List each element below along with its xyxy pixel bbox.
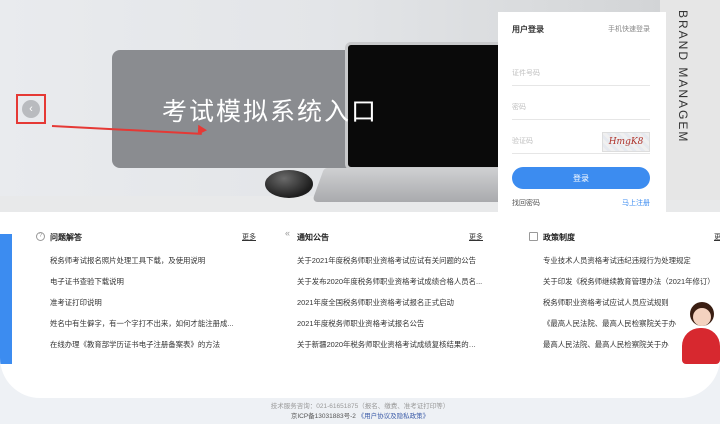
list-item[interactable]: 电子证书查验下载说明 <box>36 271 256 292</box>
double-chevron-left-icon: « <box>284 228 290 238</box>
more-link[interactable]: 更多 <box>714 232 720 242</box>
list-item[interactable]: 税务师考试报名照片处理工具下载，及使用说明 <box>36 250 256 271</box>
document-icon <box>529 232 538 241</box>
question-circle-icon: ? <box>36 232 45 241</box>
footer-contact: 技术服务咨询：021-61651875（报名、缴费、准考证打印等） <box>270 403 450 410</box>
tab-phone-login[interactable]: 手机快速登录 <box>608 24 650 34</box>
avatar-face <box>693 308 711 326</box>
column-header: 政策制度 更多 <box>529 230 720 246</box>
captcha-input[interactable] <box>512 130 597 153</box>
login-panel: 用户登录 手机快速登录 HmgK8 登录 找回密码 马上注册 <box>498 12 666 212</box>
more-link[interactable]: 更多 <box>469 232 483 242</box>
footer-legal: 京ICP备13031883号-2 《用户协议及隐私政策》 <box>0 410 720 420</box>
column-header: « 通知公告 更多 <box>283 228 483 246</box>
password-input[interactable] <box>512 96 650 119</box>
list-item[interactable]: 在线办理《教育部学历证书电子注册备案表》的方法 <box>36 334 256 355</box>
more-link[interactable]: 更多 <box>242 232 256 242</box>
column-title: 问题解答 <box>50 233 82 242</box>
list-item[interactable]: 专业技术人员资格考试违纪违规行为处理规定 <box>529 250 720 271</box>
list-item[interactable]: 关于印发《税务师继续教育管理办法（2021年修订） <box>529 271 720 292</box>
list-item[interactable]: 2021年度税务师职业资格考试报名公告 <box>283 313 483 334</box>
password-field <box>512 96 650 120</box>
list-item[interactable]: 准考证打印说明 <box>36 292 256 313</box>
captcha-field: HmgK8 <box>512 130 650 154</box>
column-title: 通知公告 <box>297 233 329 242</box>
book-spine-text: BRAND MANAGEM <box>676 10 690 144</box>
list-item[interactable]: 关于2021年度税务师职业资格考试应试有关问题的公告 <box>283 250 483 271</box>
tab-user-login[interactable]: 用户登录 <box>512 24 544 35</box>
column-header: ? 问题解答 更多 <box>36 230 256 246</box>
register-link[interactable]: 马上注册 <box>622 198 650 208</box>
icp-number[interactable]: 京ICP备13031883号-2 <box>291 413 356 420</box>
content-panel: ? 问题解答 更多 税务师考试报名照片处理工具下载，及使用说明 电子证书查验下载… <box>0 212 720 398</box>
book-image <box>660 0 720 200</box>
mouse-image <box>265 170 313 198</box>
privacy-policy-link[interactable]: 《用户协议及隐私政策》 <box>358 413 430 420</box>
side-accent-tab <box>0 234 12 364</box>
list-item[interactable]: 关于发布2020年度税务师职业资格考试成绩合格人员名... <box>283 271 483 292</box>
column-title: 政策制度 <box>543 233 575 242</box>
id-number-field <box>512 62 650 86</box>
login-button[interactable]: 登录 <box>512 167 650 189</box>
column-list: 关于2021年度税务师职业资格考试应试有关问题的公告 关于发布2020年度税务师… <box>283 250 483 355</box>
column-faq: ? 问题解答 更多 税务师考试报名照片处理工具下载，及使用说明 电子证书查验下载… <box>36 230 256 355</box>
column-list: 税务师考试报名照片处理工具下载，及使用说明 电子证书查验下载说明 准考证打印说明… <box>36 250 256 355</box>
avatar-body <box>682 328 720 364</box>
footer: 技术服务咨询：021-61651875（报名、缴费、准考证打印等） 京ICP备1… <box>0 398 720 424</box>
column-notices: « 通知公告 更多 关于2021年度税务师职业资格考试应试有关问题的公告 关于发… <box>283 228 483 355</box>
list-item[interactable]: 关于新疆2020年税务师职业资格考试成绩复核结果的公告 <box>283 334 483 355</box>
forgot-password-link[interactable]: 找回密码 <box>512 198 540 208</box>
chevron-left-icon[interactable]: ‹ <box>22 100 40 118</box>
customer-service-avatar[interactable] <box>680 296 720 366</box>
list-item[interactable]: 2021年度全国税务师职业资格考试报名正式启动 <box>283 292 483 313</box>
id-number-input[interactable] <box>512 62 650 85</box>
hero-title[interactable]: 考试模拟系统入口 <box>162 92 378 128</box>
captcha-image[interactable]: HmgK8 <box>602 132 650 152</box>
annotation-arrow-head <box>197 124 208 136</box>
login-tabs: 用户登录 手机快速登录 <box>498 24 666 44</box>
list-item[interactable]: 姓名中有生僻字，有一个字打不出来，如何才能注册成... <box>36 313 256 334</box>
